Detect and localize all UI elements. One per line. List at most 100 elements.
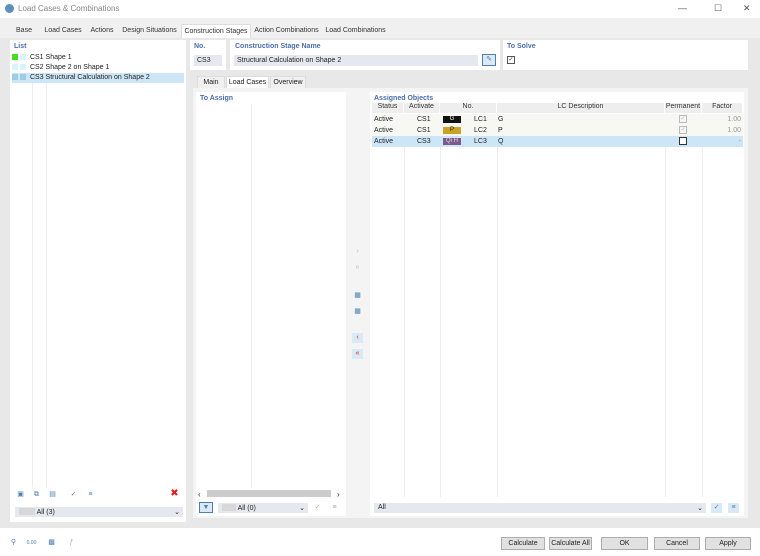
filter-swatch	[19, 508, 35, 515]
search-icon[interactable]: ⚲	[8, 538, 19, 548]
uncheck-all-icon[interactable]: ≡	[85, 490, 96, 500]
activate-cell: CS1	[417, 116, 431, 123]
scroll-left-icon[interactable]: ‹	[198, 490, 201, 499]
activate-cell: CS3	[417, 138, 431, 145]
color-swatch	[20, 74, 26, 80]
column-header-activate[interactable]: Activate	[404, 103, 440, 113]
assign-special2-icon[interactable]: ▦	[352, 307, 363, 317]
minimize-button[interactable]: —	[678, 3, 687, 13]
formula-icon[interactable]: ƒ	[66, 538, 77, 548]
permanent-checkbox[interactable]	[679, 137, 687, 145]
lc-cell: LC3	[474, 138, 487, 145]
calculate-button[interactable]: Calculate	[501, 537, 545, 550]
filter-icon[interactable]: ▼	[199, 502, 213, 513]
chevron-down-icon: ⌄	[174, 509, 180, 516]
list-item[interactable]: CS2 Shape 2 on Shape 1	[12, 63, 184, 73]
subtab-overview[interactable]: Overview	[270, 76, 306, 88]
tab-construction-stages[interactable]: Construction Stages	[181, 24, 251, 38]
new-item-icon[interactable]: ▣	[15, 490, 26, 500]
assigned-filter-value: All	[378, 504, 386, 511]
uncheck-all-icon[interactable]: ≡	[329, 503, 340, 513]
check-all-icon[interactable]: ✓	[711, 503, 722, 513]
to-assign-header: To Assign	[200, 95, 234, 102]
close-button[interactable]: ✕	[743, 3, 751, 14]
status-cell: Active	[374, 127, 394, 134]
name-field[interactable]: Structural Calculation on Shape 2	[234, 55, 478, 66]
divider	[46, 83, 47, 487]
units-icon[interactable]: 0.00	[26, 538, 37, 548]
edit-icon[interactable]: ✎	[482, 54, 496, 66]
delete-icon[interactable]: ✖	[169, 489, 180, 499]
column-header-permanent[interactable]: Permanent	[665, 103, 702, 113]
color-swatch	[12, 74, 18, 80]
assign-special-icon[interactable]: ▦	[352, 291, 363, 301]
check-all-icon[interactable]: ✓	[68, 490, 79, 500]
list-item[interactable]: CS1 Shape 1	[12, 53, 184, 63]
subtab-load-cases[interactable]: Load Cases	[226, 76, 269, 88]
table-row[interactable]: Active CS1 G LC1 G ✓ 1.00	[372, 114, 743, 125]
list-filter-select[interactable]: All (3) ⌄	[15, 507, 183, 517]
table-row[interactable]: Active CS1 P LC2 P ✓ 1.00	[372, 125, 743, 136]
insert-item-icon[interactable]: ▤	[47, 490, 58, 500]
description-cell: G	[498, 116, 504, 123]
column-header-factor[interactable]: Factor	[702, 103, 743, 113]
description-cell: Q	[498, 138, 504, 145]
factor-cell: -	[738, 138, 741, 145]
tab-action-combinations[interactable]: Action Combinations	[251, 24, 322, 38]
maximize-button[interactable]: ☐	[714, 3, 722, 14]
check-all-icon[interactable]: ✓	[312, 503, 323, 513]
item-name: Shape 2 on Shape 1	[45, 64, 110, 71]
assign-one-icon[interactable]: ›	[352, 247, 363, 257]
to-assign-filter-value: All (0)	[237, 505, 256, 512]
cancel-button[interactable]: Cancel	[654, 537, 700, 550]
ok-button[interactable]: OK	[601, 537, 648, 550]
column-header-status[interactable]: Status	[372, 103, 404, 113]
item-id: CS2	[29, 64, 44, 71]
uncheck-all-icon[interactable]: ≡	[728, 503, 739, 513]
description-cell: P	[498, 127, 503, 134]
item-id: CS3	[29, 74, 44, 81]
filter-swatch	[222, 504, 236, 511]
assigned-filter-select[interactable]: All ⌄	[374, 503, 706, 513]
to-solve-checkbox[interactable]: ✓	[507, 56, 515, 64]
subtab-main[interactable]: Main	[197, 76, 225, 88]
no-label: No.	[194, 43, 206, 50]
model-icon[interactable]: ▩	[46, 538, 57, 548]
item-name: Structural Calculation on Shape 2	[45, 74, 150, 81]
app-icon	[5, 4, 14, 13]
chevron-down-icon: ⌄	[697, 505, 703, 512]
factor-cell: 1.00	[727, 127, 741, 134]
tab-actions[interactable]: Actions	[87, 24, 117, 38]
apply-button[interactable]: Apply	[705, 537, 751, 550]
permanent-checkbox[interactable]: ✓	[679, 126, 687, 134]
permanent-checkbox[interactable]: ✓	[679, 115, 687, 123]
table-row[interactable]: Active CS3 Qi H LC3 Q -	[372, 136, 743, 147]
activate-cell: CS1	[417, 127, 431, 134]
divider	[32, 83, 33, 487]
tab-base[interactable]: Base	[10, 24, 38, 38]
list-item[interactable]: CS3 Structural Calculation on Shape 2	[12, 73, 184, 83]
factor-cell: 1.00	[727, 116, 741, 123]
scroll-right-icon[interactable]: ›	[337, 490, 340, 499]
assigned-objects-panel	[370, 92, 744, 516]
horizontal-scrollbar[interactable]	[207, 490, 331, 497]
tab-load-combinations[interactable]: Load Combinations	[322, 24, 389, 38]
divider	[440, 147, 441, 497]
divider	[404, 147, 405, 497]
remove-one-icon[interactable]: ‹	[352, 333, 363, 343]
color-swatch	[20, 64, 26, 70]
no-field[interactable]: CS3	[194, 55, 222, 66]
divider	[702, 147, 703, 497]
assign-all-icon[interactable]: »	[352, 263, 363, 273]
column-header-lc-description[interactable]: LC Description	[497, 103, 665, 113]
calculate-all-button[interactable]: Calculate All	[549, 537, 592, 550]
copy-item-icon[interactable]: ⧉	[31, 490, 42, 500]
tab-design-situations[interactable]: Design Situations	[118, 24, 181, 38]
to-solve-label: To Solve	[507, 43, 536, 50]
remove-all-icon[interactable]: «	[352, 349, 363, 359]
divider	[497, 147, 498, 497]
status-cell: Active	[374, 138, 394, 145]
to-assign-filter-select[interactable]: All (0) ⌄	[218, 503, 308, 513]
column-header-no[interactable]: No.	[440, 103, 497, 113]
tab-load-cases[interactable]: Load Cases	[40, 24, 86, 38]
